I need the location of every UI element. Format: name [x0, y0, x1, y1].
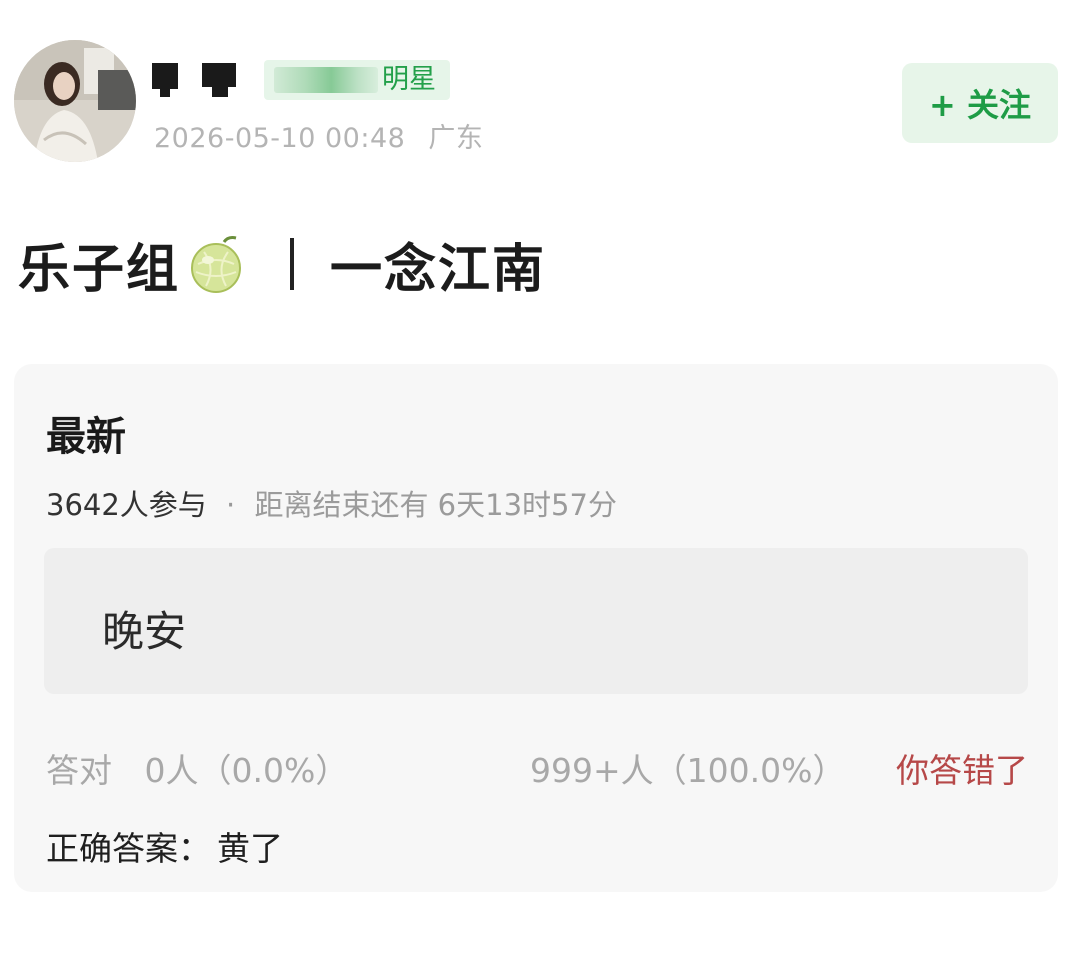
chosen-count: 999+人（100.0%） — [530, 751, 846, 790]
quiz-card: 最新 3642人参与 · 距离结束还有 6天13时57分 晚安 答对 0人（0.… — [14, 364, 1058, 892]
author-row: 明星 — [152, 58, 450, 102]
post-date: 2026-05-10 00:48 — [154, 123, 406, 154]
answer-label: 正确答案： — [46, 829, 211, 868]
quiz-option[interactable]: 晚安 — [44, 548, 1028, 694]
correct-count: 0人（0.0%） — [144, 751, 349, 790]
avatar[interactable] — [14, 40, 136, 162]
correct-label: 答对 — [46, 751, 112, 790]
correct-stats: 答对 0人（0.0%） — [46, 744, 348, 792]
melon-icon — [188, 234, 246, 294]
time-remaining: 距离结束还有 6天13时57分 — [254, 488, 617, 522]
title-group-name: 乐子组 — [18, 239, 181, 300]
title-divider — [290, 238, 295, 290]
badge-label: 明星 — [382, 64, 436, 95]
post-location: 广东 — [428, 123, 484, 154]
result-wrong: 你答错了 — [896, 751, 1028, 790]
option-text: 晚安 — [102, 607, 187, 656]
meta-separator: · — [226, 488, 236, 522]
follow-button[interactable]: + 关注 — [902, 63, 1058, 143]
title-topic: 一念江南 — [330, 239, 547, 300]
author-name-redacted[interactable] — [152, 63, 244, 97]
participant-count: 3642人参与 — [46, 488, 207, 522]
correct-answer: 正确答案： 黄了 — [46, 822, 283, 870]
post-title: 乐子组 一念江南 — [18, 224, 546, 304]
chosen-stats: 999+人（100.0%） 你答错了 — [530, 744, 1028, 792]
avatar-image — [14, 40, 136, 162]
quiz-meta: 3642人参与 · 距离结束还有 6天13时57分 — [46, 482, 617, 524]
post-meta: 2026-05-10 00:48 广东 — [154, 116, 483, 155]
answer-value: 黄了 — [217, 829, 283, 868]
follow-button-label: + 关注 — [929, 86, 1031, 124]
quiz-heading: 最新 — [46, 414, 126, 460]
badge-blur — [274, 67, 378, 93]
verified-badge: 明星 — [264, 60, 450, 100]
